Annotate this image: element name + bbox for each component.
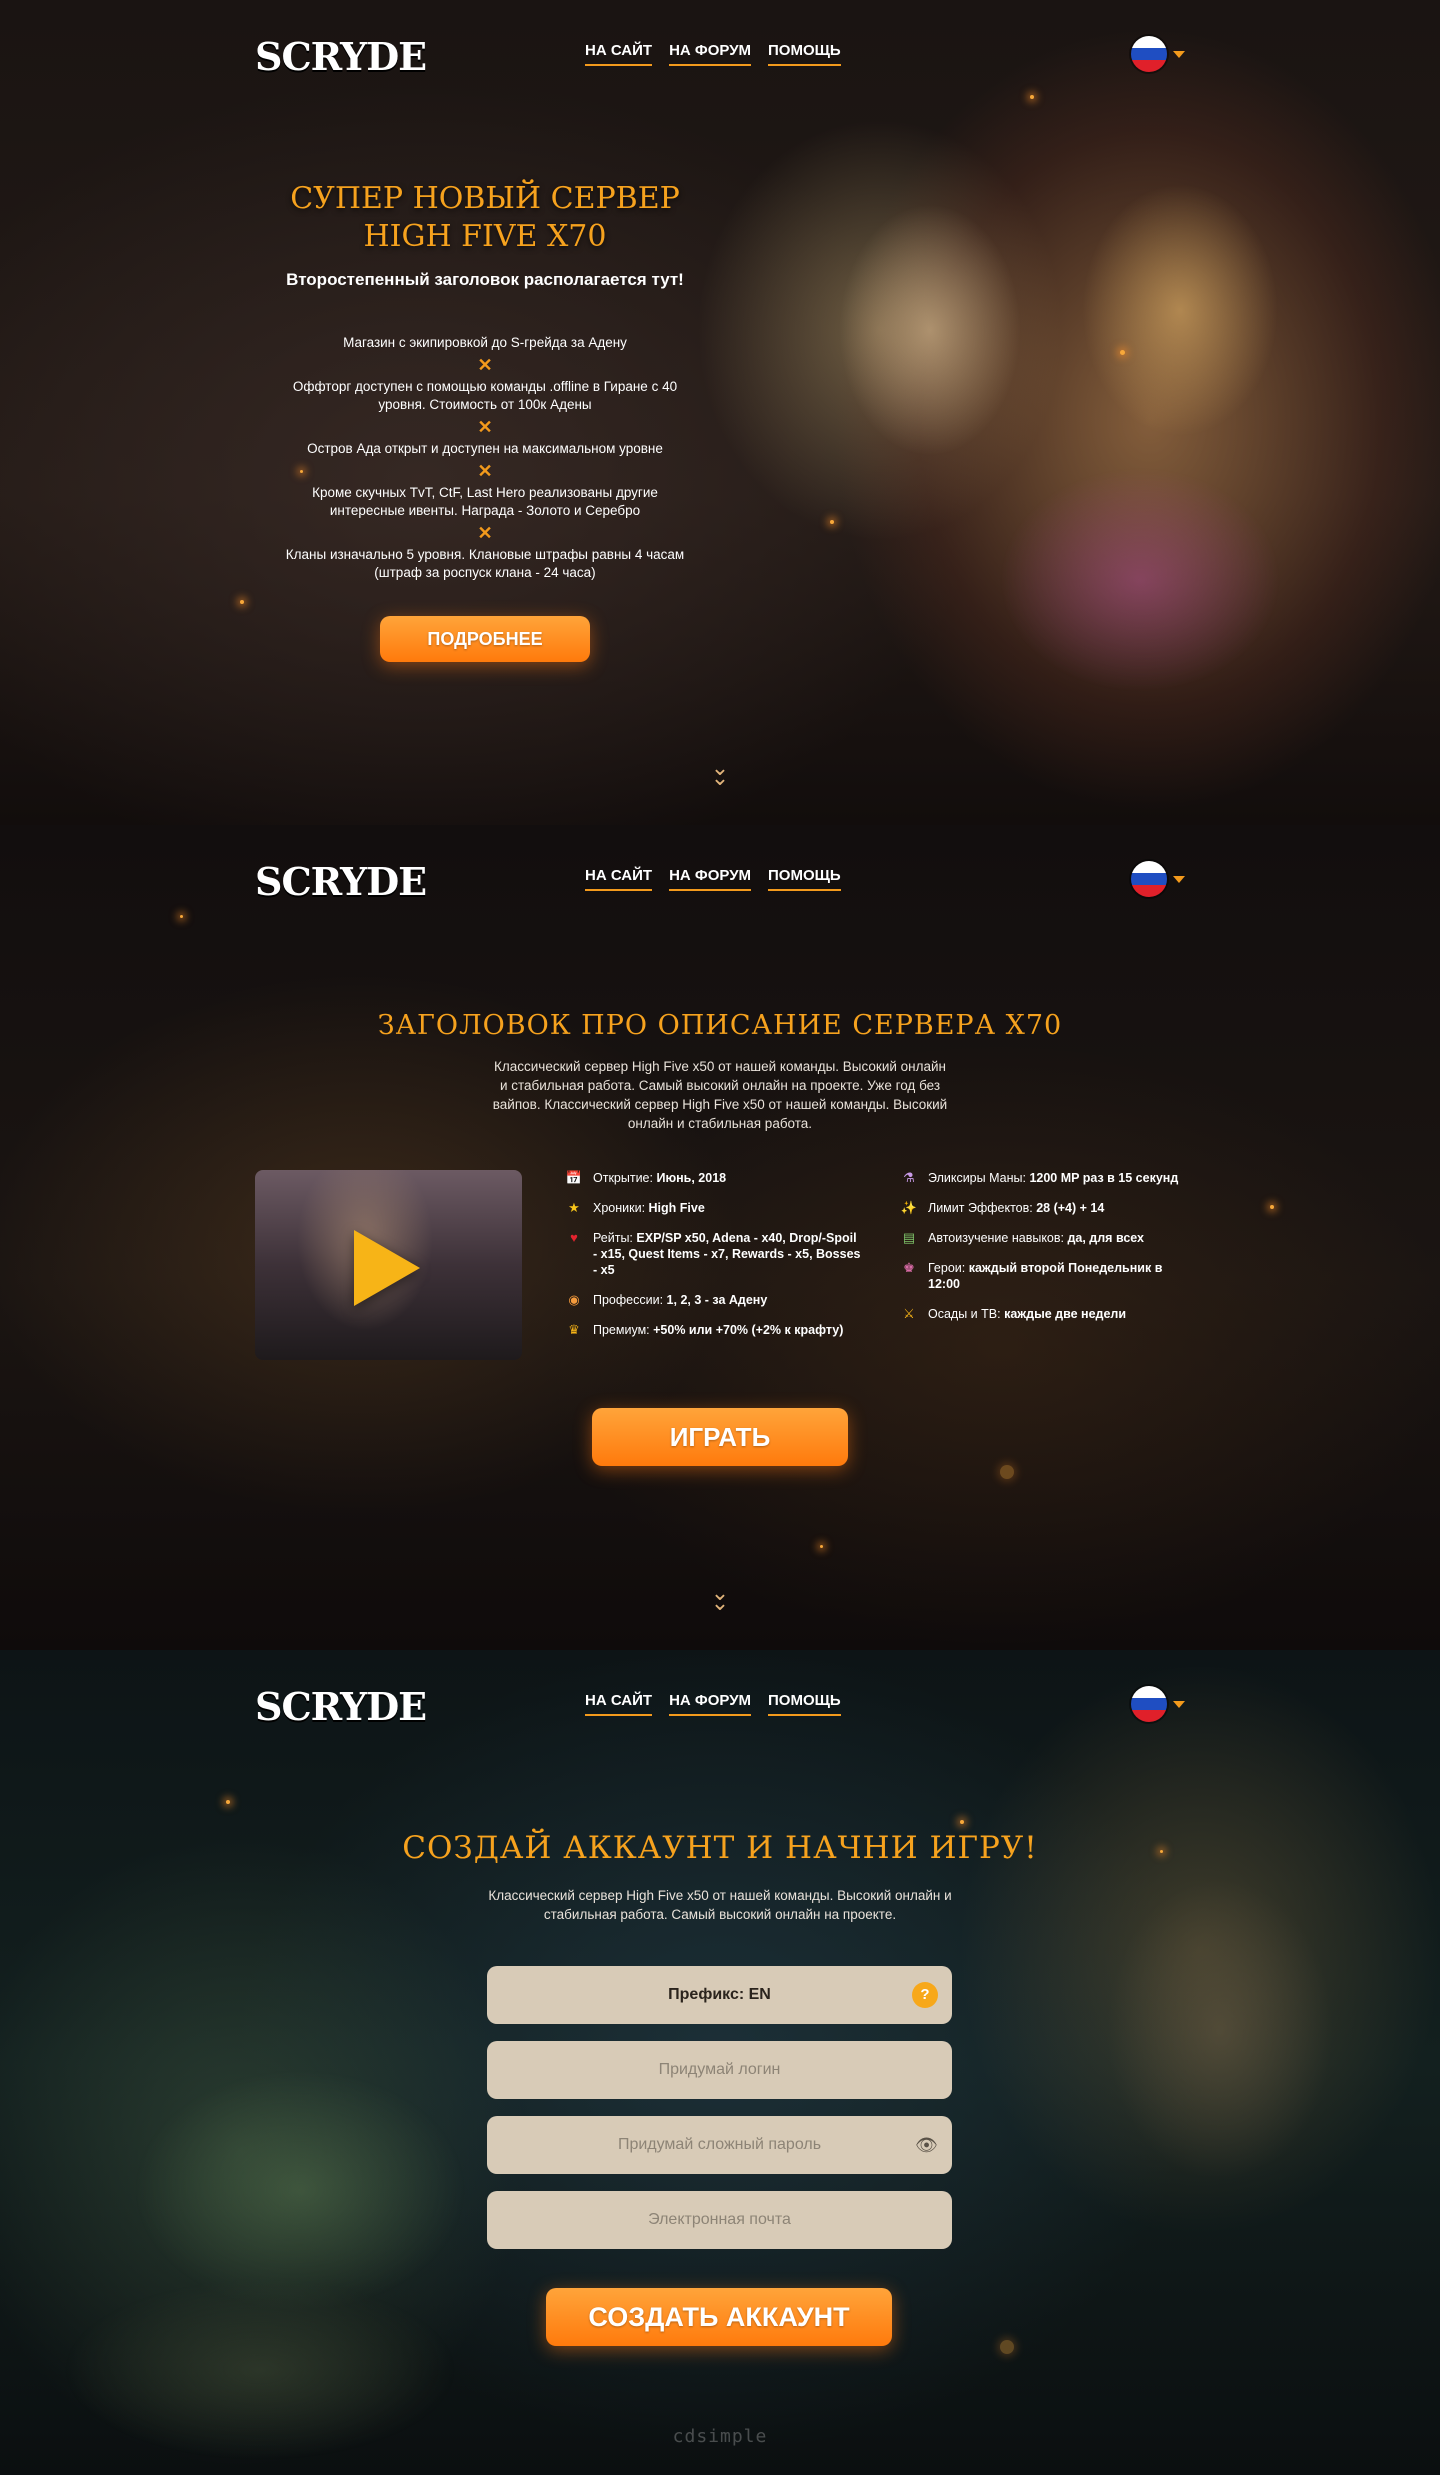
stat-chronicles: ★ Хроники: High Five <box>565 1200 865 1216</box>
chevron-down-icon <box>1173 875 1185 883</box>
about-title: ЗАГОЛОВОК ПРО ОПИСАНИЕ СЕРВЕРА X70 <box>377 1010 1063 1041</box>
cross-separator-icon: ✕ <box>477 417 493 437</box>
hero-artwork <box>760 60 1400 820</box>
main-nav: НА САЙТ НА ФОРУМ ПОМОЩЬ <box>585 42 841 66</box>
stat-mana-elixirs: ⚗ Эликсиры Маны: 1200 MP раз в 15 секунд <box>900 1170 1185 1186</box>
wand-icon: ✨ <box>900 1200 918 1215</box>
star-icon: ★ <box>568 1200 580 1215</box>
crown-icon: ♛ <box>568 1322 580 1337</box>
register-description: Классический сервер High Five x50 от наш… <box>488 1888 952 1922</box>
nav-site-link[interactable]: НА САЙТ <box>585 1692 653 1716</box>
books-icon: ▤ <box>902 1230 916 1245</box>
password-input[interactable]: Придумай сложный пароль 👁 <box>487 2116 952 2174</box>
video-preview[interactable] <box>255 1170 522 1360</box>
russia-flag-icon <box>1131 1686 1167 1722</box>
cross-separator-icon: ✕ <box>477 461 493 481</box>
feature-item: Кланы изначально 5 уровня. Клановые штра… <box>285 547 685 580</box>
play-button[interactable]: ИГРАТЬ <box>592 1408 848 1466</box>
potion-icon: ⚗ <box>903 1170 915 1185</box>
hero-section: SCRYDE НА САЙТ НА ФОРУМ ПОМОЩЬ СУПЕР НОВ… <box>0 0 1440 825</box>
language-selector[interactable] <box>1131 1686 1185 1722</box>
site-header: SCRYDE НА САЙТ НА ФОРУМ ПОМОЩЬ <box>255 30 1185 80</box>
russia-flag-icon <box>1131 36 1167 72</box>
logo[interactable]: SCRYDE <box>255 34 427 79</box>
language-selector[interactable] <box>1131 861 1185 897</box>
stat-rates: ♥ Рейты: EXP/SP x50, Adena - x40, Drop/-… <box>565 1230 865 1278</box>
chevron-down-icon <box>1173 1700 1185 1708</box>
stat-effects-limit: ✨ Лимит Эффектов: 28 (+4) + 14 <box>900 1200 1105 1215</box>
cross-separator-icon: ✕ <box>477 355 493 375</box>
stat-heroes: ♚ Герои: каждый второй Понедельник в 12:… <box>900 1260 1185 1292</box>
dragon-artwork <box>0 2010 560 2475</box>
site-header: SCRYDE НА САЙТ НА ФОРУМ ПОМОЩЬ <box>255 855 1185 905</box>
stats-right: ⚗ Эликсиры Маны: 1200 MP раз в 15 секунд… <box>900 1170 1185 1336</box>
main-nav: НА САЙТ НА ФОРУМ ПОМОЩЬ <box>585 867 841 891</box>
watermark: cdsimple <box>672 2426 768 2447</box>
hero-content: СУПЕР НОВЫЙ СЕРВЕР HIGH FIVE X70 Второст… <box>260 180 710 662</box>
siege-icon: ⚔ <box>903 1306 915 1321</box>
help-icon[interactable]: ? <box>912 1982 938 2008</box>
about-description: Классический сервер High Five x50 от наш… <box>492 1059 948 1131</box>
stat-professions: ◉ Профессии: 1, 2, 3 - за Адену <box>565 1292 865 1308</box>
calendar-icon: 📅 <box>565 1170 583 1185</box>
scroll-down-icon[interactable]: ⌄ ⌄ <box>707 758 733 790</box>
chevron-down-icon <box>1173 50 1185 58</box>
about-section: SCRYDE НА САЙТ НА ФОРУМ ПОМОЩЬ ЗАГОЛОВОК… <box>0 825 1440 1650</box>
nav-help-link[interactable]: ПОМОЩЬ <box>768 42 841 66</box>
logo[interactable]: SCRYDE <box>255 1684 427 1729</box>
play-icon[interactable] <box>354 1230 420 1306</box>
scroll-down-icon[interactable]: ⌄ ⌄ <box>707 1583 733 1615</box>
russia-flag-icon <box>1131 861 1167 897</box>
email-input[interactable]: Электронная почта <box>487 2191 952 2249</box>
stat-opening: 📅 Открытие: Июнь, 2018 <box>565 1170 727 1185</box>
hero-subtitle: Второстепенный заголовок располагается т… <box>286 270 684 289</box>
register-title: СОЗДАЙ АККАУНТ И НАЧНИ ИГРУ! <box>402 1830 1038 1866</box>
stats-left: 📅 Открытие: Июнь, 2018 ★ Хроники: High F… <box>565 1170 865 1352</box>
main-nav: НА САЙТ НА ФОРУМ ПОМОЩЬ <box>585 1692 841 1716</box>
feature-item: Кроме скучных TvT, CtF, Last Hero реализ… <box>312 485 658 518</box>
create-account-button[interactable]: СОЗДАТЬ АККАУНТ <box>546 2288 892 2346</box>
feature-list: Магазин с экипировкой до S-грейда за Аде… <box>260 334 710 582</box>
site-header: SCRYDE НА САЙТ НА ФОРУМ ПОМОЩЬ <box>255 1680 1185 1730</box>
stat-sieges: ⚔ Осады и ТВ: каждые две недели <box>900 1306 1185 1322</box>
nav-forum-link[interactable]: НА ФОРУМ <box>669 867 752 891</box>
nav-help-link[interactable]: ПОМОЩЬ <box>768 1692 841 1716</box>
eye-icon[interactable]: 👁 <box>915 2133 938 2157</box>
feature-item: Остров Ада открыт и доступен на максимал… <box>307 441 663 456</box>
stat-auto-skills: ▤ Автоизучение навыков: да, для всех <box>900 1230 1185 1246</box>
logo[interactable]: SCRYDE <box>255 859 427 904</box>
feature-item: Оффторг доступен с помощью команды .offl… <box>292 379 678 412</box>
nav-site-link[interactable]: НА САЙТ <box>585 42 653 66</box>
hero-title: СУПЕР НОВЫЙ СЕРВЕР HIGH FIVE X70 <box>290 181 680 254</box>
login-input[interactable]: Придумай логин <box>487 2041 952 2099</box>
more-button[interactable]: ПОДРОБНЕЕ <box>380 616 590 662</box>
nav-forum-link[interactable]: НА ФОРУМ <box>669 1692 752 1716</box>
register-section: SCRYDE НА САЙТ НА ФОРУМ ПОМОЩЬ СОЗДАЙ АК… <box>0 1650 1440 2475</box>
nav-site-link[interactable]: НА САЙТ <box>585 867 653 891</box>
hero-icon: ♚ <box>903 1260 915 1275</box>
heart-icon: ♥ <box>570 1230 578 1245</box>
cross-separator-icon: ✕ <box>477 523 493 543</box>
feature-item: Магазин с экипировкой до S-грейда за Аде… <box>343 335 627 350</box>
donut-icon: ◉ <box>568 1292 580 1307</box>
prefix-field[interactable]: Префикс: EN ? <box>487 1966 952 2024</box>
stat-premium: ♛ Премиум: +50% или +70% (+2% к крафту) <box>565 1322 865 1338</box>
language-selector[interactable] <box>1131 36 1185 72</box>
nav-help-link[interactable]: ПОМОЩЬ <box>768 867 841 891</box>
nav-forum-link[interactable]: НА ФОРУМ <box>669 42 752 66</box>
